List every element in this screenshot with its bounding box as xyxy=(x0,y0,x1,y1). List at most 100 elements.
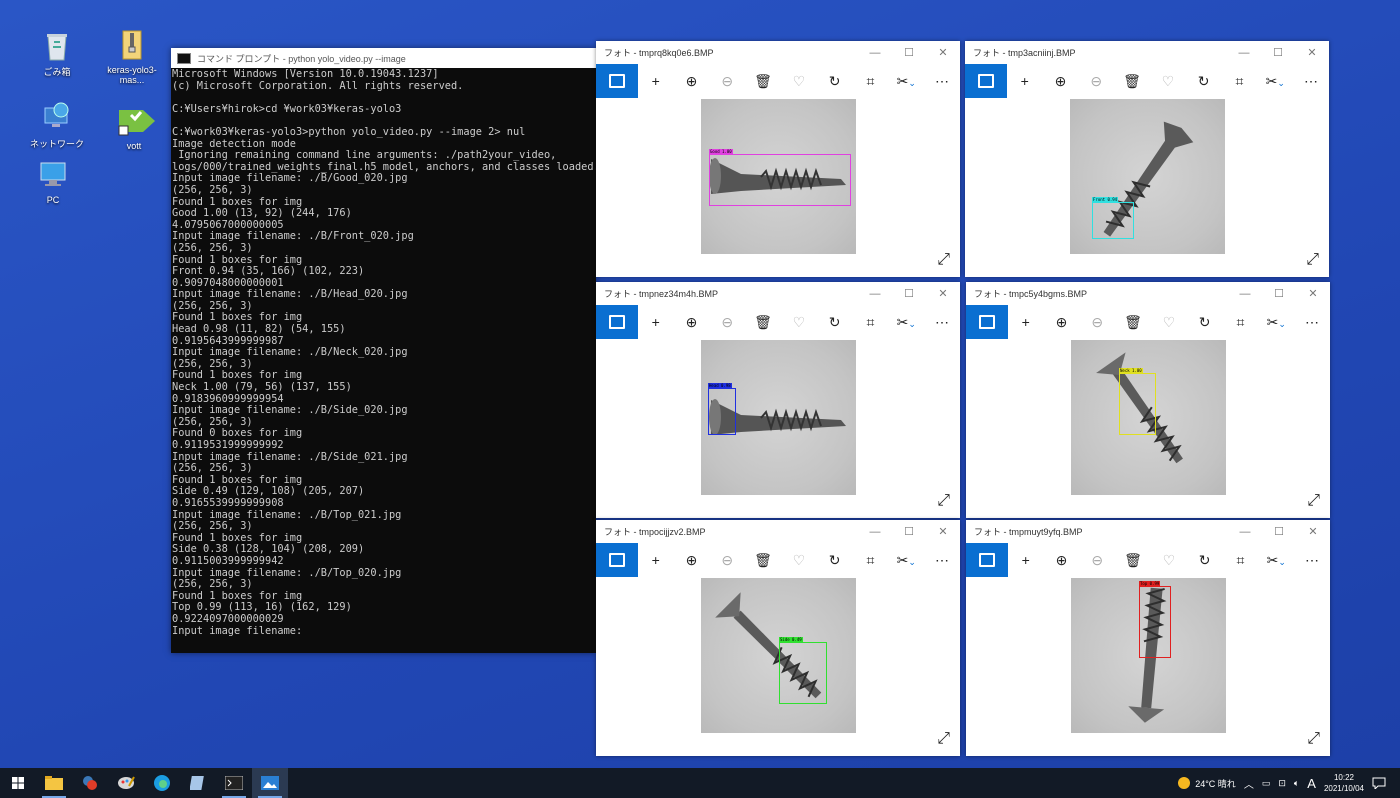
more-options-icon[interactable]: ⋯ xyxy=(924,552,960,569)
notification-icon[interactable] xyxy=(1372,777,1386,789)
monitor-tray-icon[interactable]: ⊡ xyxy=(1278,778,1286,789)
vott-shortcut[interactable]: vott xyxy=(98,104,170,151)
expand-fullscreen-icon[interactable]: ⤢ xyxy=(937,492,950,510)
console-output[interactable]: Microsoft Windows [Version 10.0.19043.12… xyxy=(171,68,596,638)
network-shortcut[interactable]: ネットワーク xyxy=(21,100,93,150)
zoom-out-icon[interactable]: ⊖ xyxy=(709,73,745,90)
see-all-photos-button[interactable] xyxy=(596,305,638,339)
expand-fullscreen-icon[interactable]: ⤢ xyxy=(1306,251,1319,269)
photo-viewer-window[interactable]: フォト - tmpocijjzv2.BMP — ☐ ✕ + ⊕ ⊖ 🗑︎ ♡ ↻… xyxy=(596,520,960,756)
minimize-button[interactable]: — xyxy=(1228,288,1262,300)
add-to-icon[interactable]: + xyxy=(638,552,674,568)
edit-enhance-icon[interactable]: ✂⌄ xyxy=(888,73,924,90)
minimize-button[interactable]: — xyxy=(1227,47,1261,59)
delete-icon[interactable]: 🗑︎ xyxy=(745,314,781,331)
photo-viewer-window[interactable]: フォト - tmpmuyt9yfq.BMP — ☐ ✕ + ⊕ ⊖ 🗑︎ ♡ ↻… xyxy=(966,520,1330,756)
maximize-button[interactable]: ☐ xyxy=(1262,525,1296,538)
rotate-icon[interactable]: ↻ xyxy=(817,314,853,331)
close-button[interactable]: ✕ xyxy=(926,287,960,300)
pc-shortcut[interactable]: PC xyxy=(17,158,89,205)
favorite-heart-icon[interactable]: ♡ xyxy=(781,552,817,569)
rotate-icon[interactable]: ↻ xyxy=(1187,552,1223,569)
edit-enhance-icon[interactable]: ✂⌄ xyxy=(1258,552,1294,569)
add-to-icon[interactable]: + xyxy=(1008,552,1044,568)
favorite-heart-icon[interactable]: ♡ xyxy=(1151,552,1187,569)
taskbar-command-prompt[interactable] xyxy=(216,768,252,798)
add-to-icon[interactable]: + xyxy=(1008,314,1044,330)
clock[interactable]: 10:22 2021/10/04 xyxy=(1324,772,1364,794)
photo-titlebar[interactable]: フォト - tmpmuyt9yfq.BMP — ☐ ✕ xyxy=(966,520,1330,543)
rotate-icon[interactable]: ↻ xyxy=(1186,73,1222,90)
zoom-in-icon[interactable]: ⊕ xyxy=(1044,552,1080,569)
minimize-button[interactable]: — xyxy=(858,288,892,300)
more-options-icon[interactable]: ⋯ xyxy=(1294,314,1330,331)
maximize-button[interactable]: ☐ xyxy=(892,525,926,538)
add-to-icon[interactable]: + xyxy=(638,73,674,89)
expand-fullscreen-icon[interactable]: ⤢ xyxy=(1307,730,1320,748)
crop-icon[interactable]: ⌗ xyxy=(853,314,889,331)
see-all-photos-button[interactable] xyxy=(596,64,638,98)
maximize-button[interactable]: ☐ xyxy=(892,46,926,59)
close-button[interactable]: ✕ xyxy=(926,525,960,538)
ime-indicator[interactable]: A xyxy=(1307,776,1316,791)
crop-icon[interactable]: ⌗ xyxy=(853,73,889,90)
taskbar-app-python[interactable] xyxy=(72,768,108,798)
taskbar-app-notes[interactable] xyxy=(180,768,216,798)
close-button[interactable]: ✕ xyxy=(1295,46,1329,59)
more-options-icon[interactable]: ⋯ xyxy=(924,73,960,90)
console-titlebar[interactable]: コマンド プロンプト - python yolo_video.py --imag… xyxy=(171,48,596,68)
edit-enhance-icon[interactable]: ✂⌄ xyxy=(1257,73,1293,90)
see-all-photos-button[interactable] xyxy=(596,543,638,577)
zoom-out-icon[interactable]: ⊖ xyxy=(1079,314,1115,331)
zoom-in-icon[interactable]: ⊕ xyxy=(674,552,710,569)
taskbar-edge[interactable] xyxy=(144,768,180,798)
maximize-button[interactable]: ☐ xyxy=(892,287,926,300)
photo-titlebar[interactable]: フォト - tmpnez34m4h.BMP — ☐ ✕ xyxy=(596,282,960,305)
favorite-heart-icon[interactable]: ♡ xyxy=(1151,314,1187,331)
favorite-heart-icon[interactable]: ♡ xyxy=(781,314,817,331)
chevron-up-icon[interactable]: ︿ xyxy=(1244,776,1254,791)
network-tray-icon[interactable]: ▭ xyxy=(1262,778,1271,789)
command-prompt-window[interactable]: コマンド プロンプト - python yolo_video.py --imag… xyxy=(171,48,596,653)
minimize-button[interactable]: — xyxy=(858,47,892,59)
zoom-out-icon[interactable]: ⊖ xyxy=(1078,73,1114,90)
favorite-heart-icon[interactable]: ♡ xyxy=(1150,73,1186,90)
close-button[interactable]: ✕ xyxy=(926,46,960,59)
delete-icon[interactable]: 🗑︎ xyxy=(745,73,781,90)
zoom-out-icon[interactable]: ⊖ xyxy=(1079,552,1115,569)
expand-fullscreen-icon[interactable]: ⤢ xyxy=(937,730,950,748)
delete-icon[interactable]: 🗑︎ xyxy=(745,552,781,569)
close-button[interactable]: ✕ xyxy=(1296,287,1330,300)
minimize-button[interactable]: — xyxy=(1228,526,1262,538)
edit-enhance-icon[interactable]: ✂⌄ xyxy=(1258,314,1294,331)
edit-enhance-icon[interactable]: ✂⌄ xyxy=(888,552,924,569)
zoom-out-icon[interactable]: ⊖ xyxy=(709,314,745,331)
delete-icon[interactable]: 🗑︎ xyxy=(1114,73,1150,90)
taskbar-app-paint[interactable] xyxy=(108,768,144,798)
photo-titlebar[interactable]: フォト - tmp3acniinj.BMP — ☐ ✕ xyxy=(965,41,1329,64)
start-button[interactable] xyxy=(0,768,36,798)
delete-icon[interactable]: 🗑︎ xyxy=(1115,552,1151,569)
photo-titlebar[interactable]: フォト - tmpc5y4bgms.BMP — ☐ ✕ xyxy=(966,282,1330,305)
photo-viewer-window[interactable]: フォト - tmpc5y4bgms.BMP — ☐ ✕ + ⊕ ⊖ 🗑︎ ♡ ↻… xyxy=(966,282,1330,518)
see-all-photos-button[interactable] xyxy=(966,543,1008,577)
rotate-icon[interactable]: ↻ xyxy=(817,73,853,90)
zoom-out-icon[interactable]: ⊖ xyxy=(709,552,745,569)
zoom-in-icon[interactable]: ⊕ xyxy=(674,73,710,90)
edit-enhance-icon[interactable]: ✂⌄ xyxy=(888,314,924,331)
expand-fullscreen-icon[interactable]: ⤢ xyxy=(1307,492,1320,510)
zoom-in-icon[interactable]: ⊕ xyxy=(1044,314,1080,331)
expand-fullscreen-icon[interactable]: ⤢ xyxy=(937,251,950,269)
rotate-icon[interactable]: ↻ xyxy=(1187,314,1223,331)
keras-folder-shortcut[interactable]: keras-yolo3-mas... xyxy=(96,28,168,85)
taskbar-file-explorer[interactable] xyxy=(36,768,72,798)
zoom-in-icon[interactable]: ⊕ xyxy=(1043,73,1079,90)
crop-icon[interactable]: ⌗ xyxy=(853,552,889,569)
maximize-button[interactable]: ☐ xyxy=(1262,287,1296,300)
more-options-icon[interactable]: ⋯ xyxy=(1294,552,1330,569)
volume-muted-icon[interactable]: 🔈︎ xyxy=(1294,778,1299,789)
photo-viewer-window[interactable]: フォト - tmprq8kq0e6.BMP — ☐ ✕ + ⊕ ⊖ 🗑︎ ♡ ↻… xyxy=(596,41,960,277)
crop-icon[interactable]: ⌗ xyxy=(1222,73,1258,90)
taskbar-photos[interactable] xyxy=(252,768,288,798)
favorite-heart-icon[interactable]: ♡ xyxy=(781,73,817,90)
